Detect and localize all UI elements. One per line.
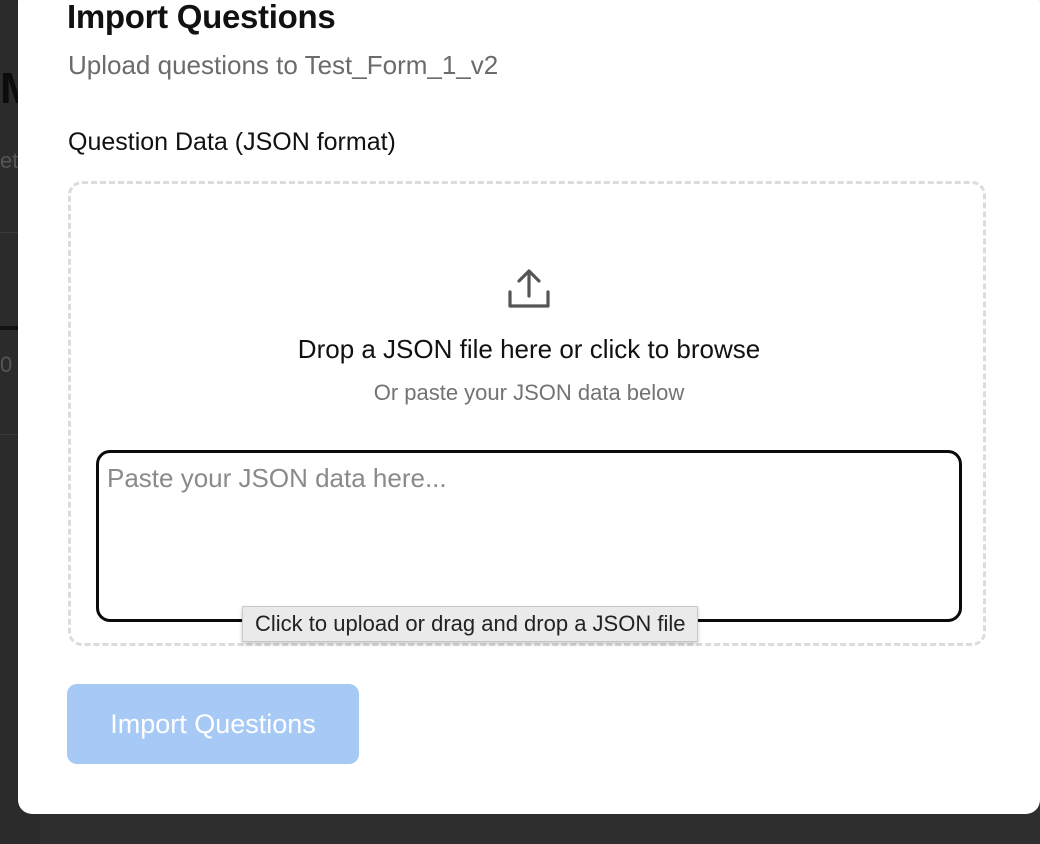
json-data-textarea[interactable] <box>96 450 962 622</box>
close-button[interactable] <box>993 0 1025 8</box>
upload-icon <box>508 269 550 308</box>
upload-tooltip: Click to upload or drag and drop a JSON … <box>242 606 699 642</box>
question-data-label: Question Data (JSON format) <box>68 128 396 156</box>
background-divider <box>0 232 18 233</box>
import-questions-dialog: Import Questions Upload questions to Tes… <box>18 0 1040 814</box>
dropzone-secondary-text: Or paste your JSON data below <box>373 380 685 405</box>
close-icon <box>997 0 1021 4</box>
background-subtext-fragment: et <box>0 148 19 173</box>
background-divider <box>0 434 18 435</box>
dialog-subtitle: Upload questions to Test_Form_1_v2 <box>68 50 499 80</box>
import-questions-button[interactable]: Import Questions <box>67 684 359 764</box>
dialog-title: Import Questions <box>67 0 336 35</box>
dropzone-primary-text: Drop a JSON file here or click to browse <box>297 334 761 364</box>
background-tab-indicator <box>0 326 18 330</box>
background-number-fragment: 0 <box>0 352 13 377</box>
